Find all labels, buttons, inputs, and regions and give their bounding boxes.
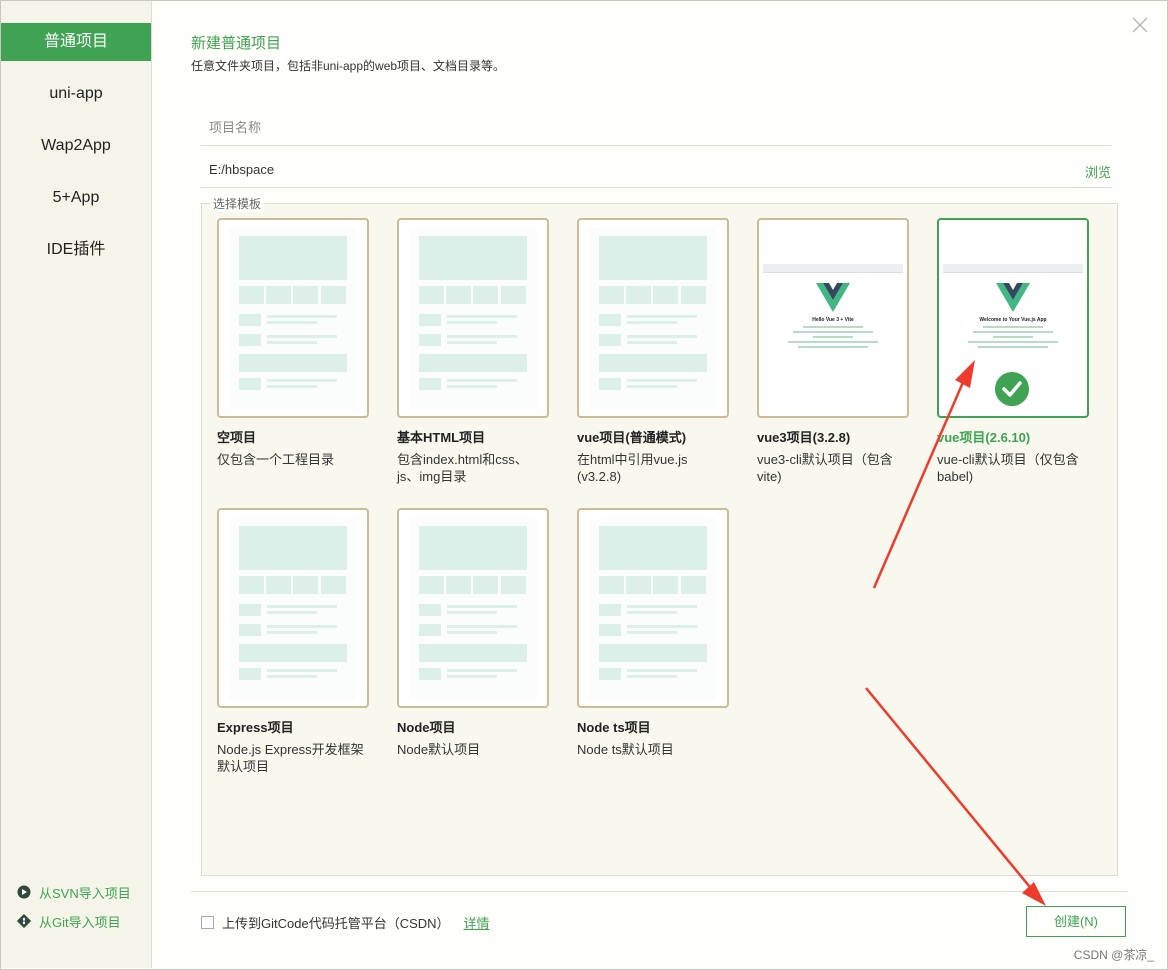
- close-button[interactable]: [1129, 14, 1151, 36]
- vue-logo-icon: [816, 283, 850, 312]
- template-preview: [229, 518, 357, 700]
- template-card-node[interactable]: Node项目 Node默认项目: [397, 508, 549, 758]
- template-name: Node项目: [397, 720, 456, 735]
- preview-title: Hello Vue 3 + Vite: [812, 317, 854, 323]
- import-from-git-link[interactable]: 从Git导入项目: [17, 910, 131, 932]
- project-path-field: 浏览: [201, 152, 1111, 188]
- template-name: Express项目: [217, 720, 294, 735]
- upload-label: 上传到GitCode代码托管平台（CSDN）: [222, 916, 450, 931]
- template-name: vue项目(2.6.10): [937, 430, 1031, 445]
- import-from-git-label: 从Git导入项目: [39, 914, 121, 930]
- template-name: vue项目(普通模式): [577, 430, 687, 445]
- preview-title: Welcome to Your Vue.js App: [979, 317, 1047, 323]
- template-preview: [229, 228, 357, 410]
- create-button[interactable]: 创建(N): [1026, 906, 1126, 937]
- template-preview: [589, 228, 717, 410]
- page-title: 新建普通项目: [191, 35, 282, 52]
- import-from-svn-label: 从SVN导入项目: [39, 885, 131, 901]
- sidebar-item-ide-plugin[interactable]: IDE插件: [1, 231, 151, 269]
- project-name-input[interactable]: [201, 110, 1061, 144]
- template-thumbnail: [577, 508, 729, 708]
- template-card-vue3[interactable]: Hello Vue 3 + Vite vue3项目(3.2.8) vue3-cli默…: [757, 218, 909, 485]
- template-card-empty[interactable]: 空项目仅包含一个工程目录: [217, 218, 369, 468]
- template-name: 基本HTML项目: [397, 430, 486, 445]
- upload-checkbox[interactable]: [201, 916, 214, 929]
- sidebar-item-5plus-app[interactable]: 5+App: [1, 179, 151, 217]
- template-description: 包含index.html和css、js、img目录: [397, 452, 528, 484]
- git-icon: [17, 914, 31, 928]
- close-icon: [1132, 17, 1148, 33]
- template-thumbnail: [217, 508, 369, 708]
- template-description: Node.js Express开发框架默认项目: [217, 742, 364, 774]
- browse-button[interactable]: 浏览: [1085, 162, 1111, 181]
- template-name: vue3项目(3.2.8): [757, 430, 851, 445]
- template-card-vue-normal[interactable]: vue项目(普通模式) 在html中引用vue.js (v3.2.8): [577, 218, 729, 485]
- template-preview: Welcome to Your Vue.js App: [943, 264, 1083, 366]
- template-description: Node ts默认项目: [577, 742, 674, 757]
- project-path-input[interactable]: [201, 152, 1061, 186]
- svn-icon: [17, 885, 31, 899]
- template-thumbnail: [397, 218, 549, 418]
- template-preview: [589, 518, 717, 700]
- template-card-node-ts[interactable]: Node ts项目 Node ts默认项目: [577, 508, 729, 758]
- template-description: vue-cli默认项目（仅包含babel): [937, 452, 1079, 484]
- template-description: Node默认项目: [397, 742, 481, 757]
- sidebar-item-normal-project[interactable]: 普通项目: [1, 23, 151, 61]
- detail-link[interactable]: 详情: [464, 913, 490, 932]
- import-from-svn-link[interactable]: 从SVN导入项目: [17, 881, 131, 903]
- template-preview: [409, 228, 537, 410]
- sidebar-item-uni-app[interactable]: uni-app: [1, 75, 151, 113]
- template-name: 空项目: [217, 430, 257, 445]
- template-card-express[interactable]: Express项目 Node.js Express开发框架默认项目: [217, 508, 369, 775]
- template-description: vue3-cli默认项目（包含vite): [757, 452, 893, 484]
- template-description: 在html中引用vue.js (v3.2.8): [577, 452, 688, 484]
- template-thumbnail: [217, 218, 369, 418]
- template-thumbnail: [577, 218, 729, 418]
- sidebar-item-wap2app[interactable]: Wap2App: [1, 127, 151, 165]
- page-subtitle: 任意文件夹项目，包括非uni-app的web项目、文档目录等。: [191, 59, 506, 73]
- upload-option: 上传到GitCode代码托管平台（CSDN） 详情: [201, 913, 490, 932]
- main-panel: 新建普通项目 任意文件夹项目，包括非uni-app的web项目、文档目录等。 浏…: [153, 0, 1167, 970]
- selected-check-icon: [995, 372, 1029, 406]
- watermark: CSDN @茶凉_: [1073, 948, 1154, 962]
- project-name-field: [201, 110, 1111, 146]
- template-group: 选择模板 空项目 仅包含一个工程目录 基本HTML项目 包含index.html和cs…: [201, 195, 1118, 876]
- template-description: 仅包含一个工程目录: [217, 452, 335, 467]
- template-preview: Hello Vue 3 + Vite: [763, 264, 903, 366]
- vue-logo-icon: [996, 283, 1030, 312]
- footer-divider: [191, 891, 1127, 892]
- template-thumbnail: Welcome to Your Vue.js App: [937, 218, 1089, 418]
- template-card-basic-html[interactable]: 基本HTML项目包含index.html和css、js、img目录: [397, 218, 549, 485]
- sidebar: 普通项目 uni-app Wap2App 5+App IDE插件 从SVN导入项…: [1, 1, 152, 968]
- template-name: Node ts项目: [577, 720, 651, 735]
- template-card-vue2[interactable]: Welcome to Your Vue.js App vue项目(2.6.10) v…: [937, 218, 1089, 485]
- template-thumbnail: [397, 508, 549, 708]
- template-thumbnail: Hello Vue 3 + Vite: [757, 218, 909, 418]
- template-preview: [409, 518, 537, 700]
- template-legend: 选择模板: [210, 195, 265, 212]
